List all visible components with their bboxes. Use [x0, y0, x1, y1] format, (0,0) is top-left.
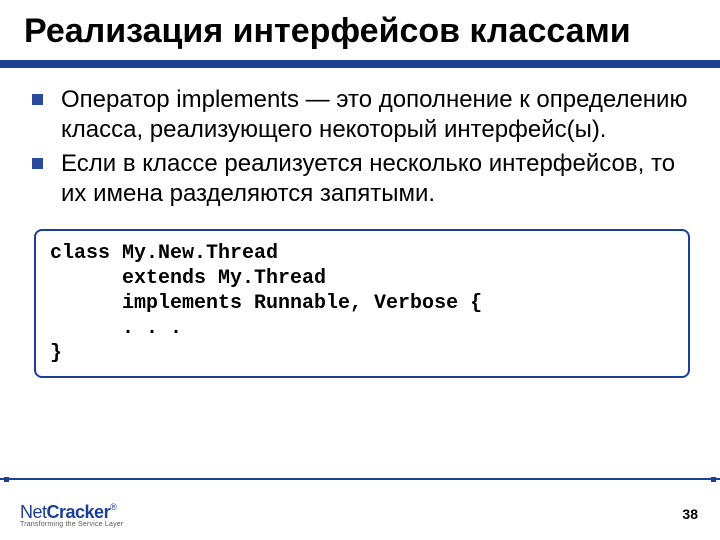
list-item: Если в классе реализуется несколько инте… [32, 149, 692, 209]
body-content: Оператор implements — это дополнение к о… [24, 85, 696, 378]
registered-mark: ® [110, 502, 117, 512]
code-block: class My.New.Thread extends My.Thread im… [34, 229, 690, 378]
list-item: Оператор implements — это дополнение к о… [32, 85, 692, 145]
netcracker-logo: NetCracker® Transforming the Service Lay… [20, 502, 123, 528]
bullet-text: Если в классе реализуется несколько инте… [61, 149, 692, 209]
logo-right: Cracker [47, 502, 111, 522]
bullet-icon [32, 94, 43, 105]
logo-tagline: Transforming the Service Layer [20, 521, 123, 528]
slide-title: Реализация интерфейсов классами [24, 12, 696, 51]
slide-footer: NetCracker® Transforming the Service Lay… [0, 482, 720, 522]
page-number: 38 [682, 506, 698, 522]
logo-left: Net [20, 502, 47, 522]
title-divider [24, 57, 696, 71]
bullet-text: Оператор implements — это дополнение к о… [61, 85, 692, 145]
bullet-icon [32, 158, 43, 169]
footer-divider [0, 474, 720, 484]
